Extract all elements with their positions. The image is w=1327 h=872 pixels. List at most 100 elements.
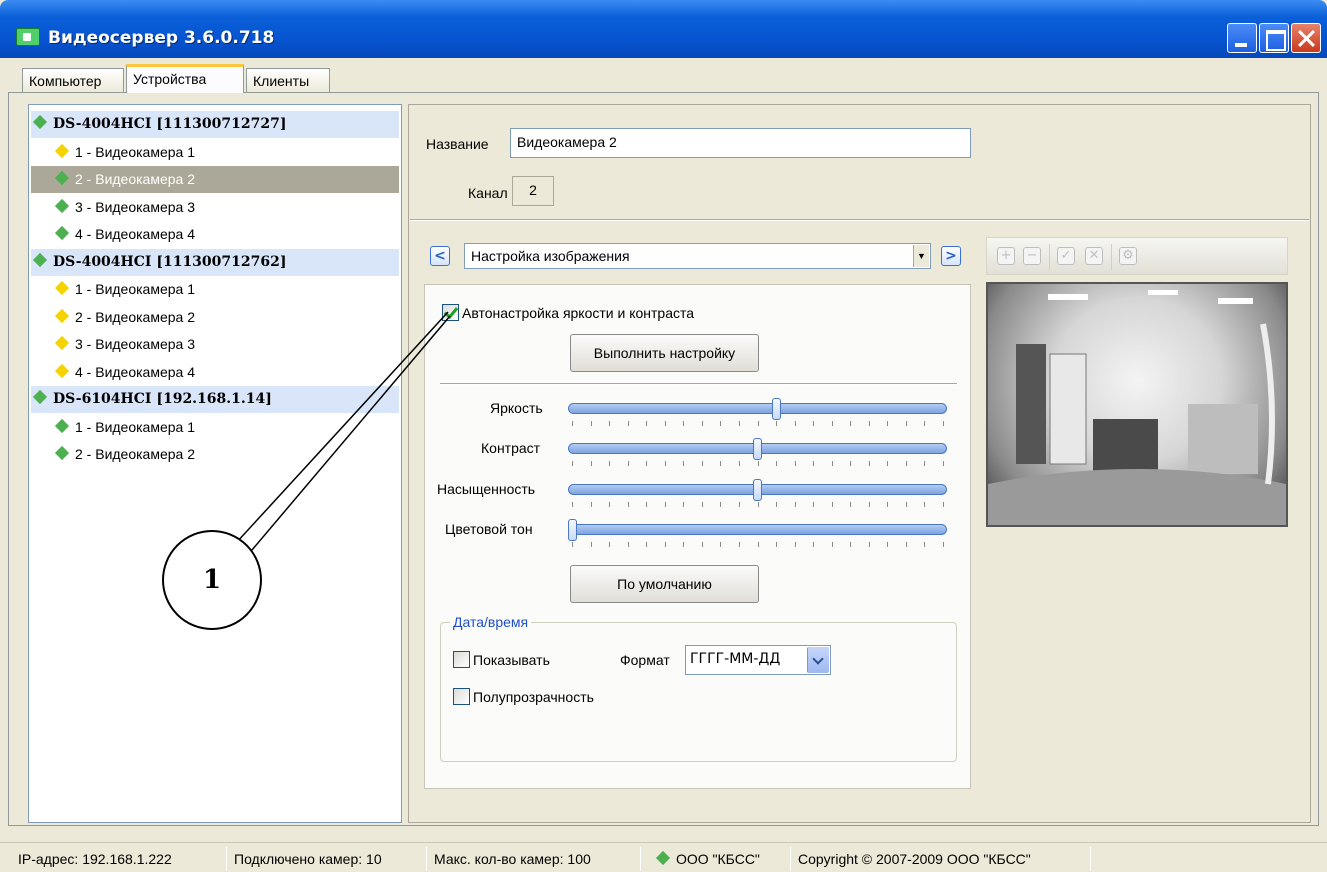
- tree-camera[interactable]: 1 - Видеокамера 1: [31, 139, 399, 166]
- tree-item-label: 2 - Видеокамера 2: [75, 446, 196, 462]
- auto-adjust-label: Автонастройка яркости и контраста: [462, 305, 695, 321]
- slider-tick: [757, 542, 759, 547]
- slider-thumb[interactable]: [753, 438, 762, 460]
- tree-camera[interactable]: 1 - Видеокамера 1: [31, 414, 399, 441]
- tree-item-label: 2 - Видеокамера 2: [75, 308, 196, 325]
- slider-tick: [590, 502, 592, 507]
- prev-section-button[interactable]: <: [430, 246, 450, 266]
- hue-slider[interactable]: [568, 519, 947, 550]
- slider-tick: [664, 461, 666, 466]
- status-company-text: ООО "КБСС": [676, 851, 760, 867]
- slider-tick: [757, 502, 759, 507]
- slider-thumb[interactable]: [568, 519, 577, 541]
- status-warning-icon: [54, 308, 70, 323]
- slider-tick: [683, 542, 685, 547]
- camera-app-icon: [16, 28, 40, 46]
- status-warning-icon: [54, 280, 70, 296]
- preview-toolbar: + − ✓ ✕ ⚙: [986, 237, 1288, 275]
- slider-tick: [590, 542, 592, 547]
- tree-camera[interactable]: 2 - Видеокамера 2: [31, 304, 399, 331]
- saturation-slider[interactable]: [568, 479, 947, 510]
- status-warning-icon: [54, 335, 70, 351]
- tree-camera[interactable]: 3 - Видеокамера 3: [31, 331, 399, 358]
- tree-item-label: 4 - Видеокамера 4: [75, 363, 196, 380]
- slider-tick: [794, 542, 796, 547]
- status-ok-icon: [54, 225, 70, 241]
- maximize-button[interactable]: [1259, 23, 1289, 53]
- slider-tick: [905, 502, 907, 507]
- status-ok-icon: [32, 114, 48, 130]
- slider-tick: [757, 421, 759, 426]
- tree-device[interactable]: DS-6104HCI [192.168.1.14]: [31, 386, 399, 413]
- slider-thumb[interactable]: [771, 398, 781, 420]
- slider-tick: [850, 502, 852, 507]
- title-bar[interactable]: Видеосервер 3.6.0.718: [0, 0, 1327, 58]
- tree-device[interactable]: DS-4004HCI [111300712762]: [31, 248, 399, 276]
- status-connected: Подключено камер: 10: [234, 851, 382, 867]
- tree-camera[interactable]: 4 - Видеокамера 4: [31, 221, 399, 248]
- slider-ticks: [572, 502, 944, 508]
- camera-preview: [986, 282, 1288, 527]
- section-select[interactable]: Настройка изображения ▼: [464, 243, 931, 269]
- slider-tick: [868, 502, 870, 507]
- status-divider: [790, 847, 791, 871]
- tree-item-label: DS-4004HCI [111300712727]: [53, 116, 287, 132]
- format-select[interactable]: ГГГГ-ММ-ДД: [685, 645, 831, 675]
- status-divider: [640, 847, 641, 871]
- tree-camera[interactable]: 2 - Видеокамера 2: [31, 441, 399, 468]
- slider-tick: [609, 421, 611, 426]
- tree-camera[interactable]: 1 - Видеокамера 1: [31, 276, 399, 303]
- run-adjust-button[interactable]: Выполнить настройку: [570, 334, 759, 372]
- slider-tick: [813, 461, 815, 466]
- slider-tick: [701, 461, 703, 466]
- tab-computer[interactable]: Компьютер: [22, 68, 124, 93]
- slider-tick: [627, 421, 629, 426]
- status-ok-icon: [32, 252, 48, 267]
- show-datetime-label: Показывать: [473, 652, 550, 668]
- slider-tick: [646, 461, 648, 466]
- slider-thumb[interactable]: [753, 479, 762, 501]
- status-warning-icon: [54, 143, 70, 158]
- slider-tick: [738, 542, 740, 547]
- app-window: Видеосервер 3.6.0.718 Компьютер Устройст…: [0, 0, 1327, 872]
- slider-tick: [850, 461, 852, 466]
- slider-tick: [609, 461, 611, 466]
- tree-device[interactable]: DS-4004HCI [111300712727]: [31, 111, 399, 138]
- datetime-group-title: Дата/время: [450, 614, 532, 630]
- camera-name-input[interactable]: Видеокамера 2: [510, 128, 971, 158]
- status-company: ООО "КБСС": [654, 850, 760, 867]
- contrast-slider[interactable]: [568, 438, 947, 469]
- slider-tick: [701, 542, 703, 547]
- slider-tick: [794, 461, 796, 466]
- minimize-button[interactable]: [1227, 23, 1257, 53]
- tree-camera[interactable]: 2 - Видеокамера 2: [31, 166, 399, 193]
- status-ok-icon: [54, 170, 70, 186]
- slider-tick: [646, 502, 648, 507]
- slider-tick: [572, 461, 573, 466]
- tree-item-label: DS-6104HCI [192.168.1.14]: [53, 391, 272, 407]
- brightness-slider[interactable]: [568, 398, 947, 429]
- slider-tick: [924, 502, 926, 507]
- device-tree[interactable]: DS-4004HCI [111300712727] 1 - Видеокамера…: [28, 104, 402, 823]
- tab-strip: Компьютер Устройства Клиенты: [8, 62, 1319, 93]
- format-label: Формат: [620, 652, 670, 668]
- transparent-checkbox[interactable]: [453, 688, 470, 705]
- tree-camera[interactable]: 4 - Видеокамера 4: [31, 359, 399, 386]
- settings-icon[interactable]: ⚙: [1119, 247, 1137, 265]
- slider-tick: [943, 461, 944, 466]
- default-button[interactable]: По умолчанию: [570, 565, 759, 603]
- show-datetime-checkbox[interactable]: [453, 651, 470, 668]
- remove-icon[interactable]: −: [1023, 247, 1041, 265]
- slider-tick: [831, 461, 833, 466]
- auto-adjust-checkbox[interactable]: [442, 304, 459, 321]
- tree-camera[interactable]: 3 - Видеокамера 3: [31, 194, 399, 221]
- tab-devices[interactable]: Устройства: [126, 64, 244, 93]
- slider-tick: [664, 502, 666, 507]
- slider-tick: [646, 421, 648, 426]
- next-section-button[interactable]: >: [941, 246, 961, 266]
- add-icon[interactable]: +: [997, 247, 1015, 265]
- check-icon[interactable]: ✓: [1057, 247, 1075, 265]
- tab-clients[interactable]: Клиенты: [246, 68, 330, 93]
- cancel-icon[interactable]: ✕: [1085, 247, 1103, 265]
- close-button[interactable]: [1291, 23, 1321, 53]
